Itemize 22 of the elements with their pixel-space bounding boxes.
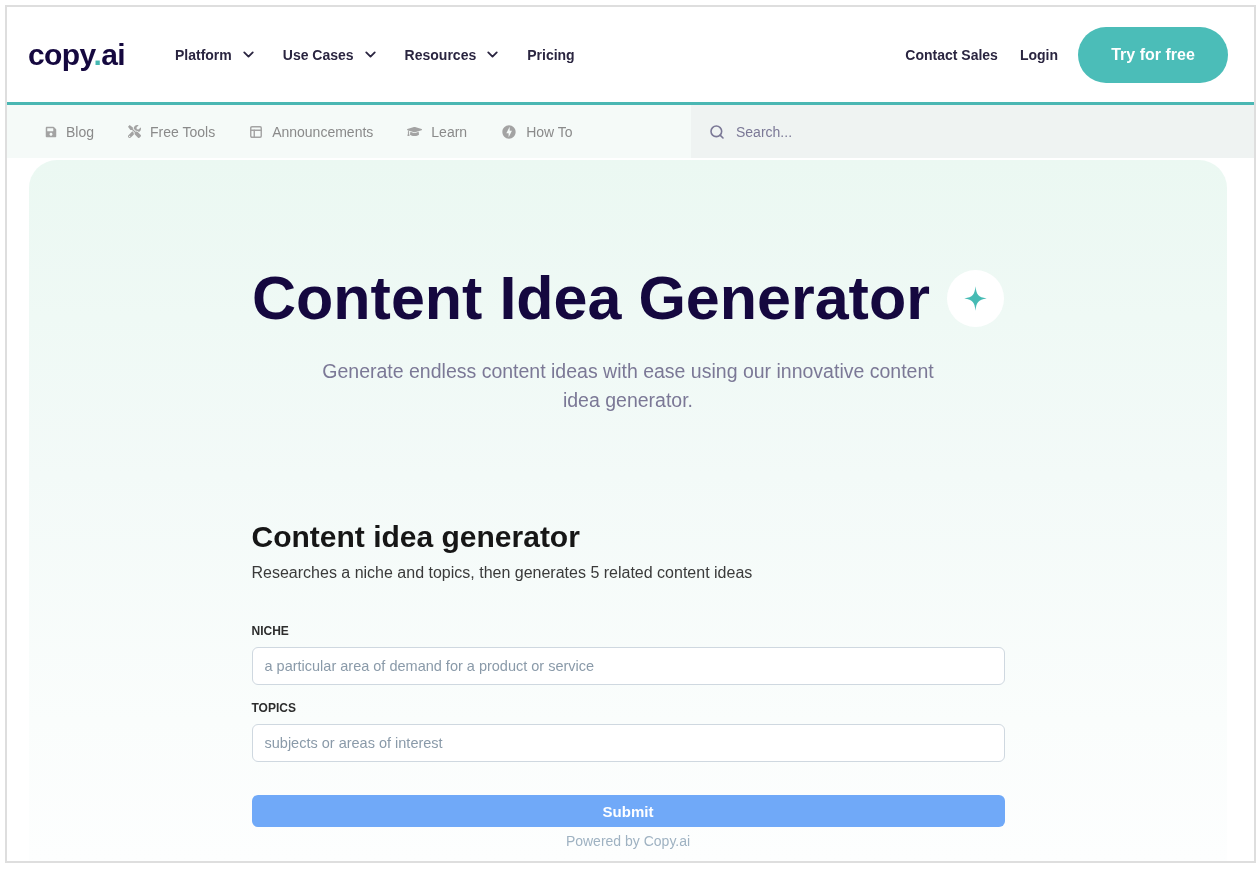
form-description: Researches a niche and topics, then generates 5 related content ideas xyxy=(251,563,754,583)
layout-icon xyxy=(249,124,264,139)
nav-menu-link[interactable]: Platform xyxy=(175,44,257,65)
nav-menu-link[interactable]: Resources xyxy=(404,44,502,65)
header-link[interactable]: Contact Sales xyxy=(905,44,998,65)
graduation-cap-icon xyxy=(407,124,423,139)
field-label: NICHE xyxy=(251,623,290,639)
sparkle-icon xyxy=(946,269,1004,327)
header-link[interactable]: Login xyxy=(1019,44,1058,65)
input-field[interactable]: subjects or areas of interest xyxy=(251,724,1005,762)
logo[interactable]: copy.ai xyxy=(28,36,125,73)
page-title: Content Idea Generator xyxy=(252,265,930,331)
page-subtitle: Generate endless content ideas with ease using our innovative content idea generator. xyxy=(321,359,935,413)
tools-icon xyxy=(128,125,142,138)
form-heading: Content idea generator xyxy=(251,519,581,555)
search-icon xyxy=(709,123,725,140)
bolt-icon xyxy=(501,123,518,140)
powered-by-text: Powered by Copy.ai xyxy=(564,832,692,850)
field-label: TOPICS xyxy=(251,700,297,716)
nav-link[interactable]: Pricing xyxy=(527,44,575,65)
input-field[interactable]: a particular area of demand for a product or service xyxy=(251,647,1005,685)
nav-menu-link[interactable]: Use Cases xyxy=(282,44,379,65)
